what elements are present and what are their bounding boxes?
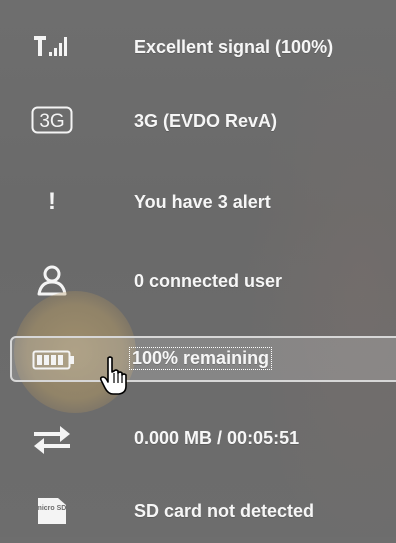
user-icon [30, 262, 74, 298]
status-row-network[interactable]: 3G 3G (EVDO RevA) [0, 92, 396, 152]
status-row-battery[interactable]: 100% remaining [10, 336, 396, 382]
signal-bars-icon [30, 28, 74, 64]
status-panel: Excellent signal (100%) 3G 3G (EVDO RevA… [0, 0, 396, 537]
users-label: 0 connected user [134, 271, 283, 291]
status-row-sd-card[interactable]: micro SD SD card not detected [0, 483, 396, 543]
exclamation-icon: ! [48, 188, 56, 215]
microsd-icon: micro SD [30, 493, 74, 529]
microsd-icon-text: micro SD [36, 505, 67, 512]
3g-icon: 3G [30, 102, 74, 138]
battery-label: 100% remaining [128, 347, 273, 370]
data-usage-label: 0.000 MB / 00:05:51 [134, 428, 300, 448]
network-label: 3G (EVDO RevA) [134, 111, 278, 131]
transfer-arrows-icon [30, 420, 74, 456]
status-row-users[interactable]: 0 connected user [0, 252, 396, 312]
hand-pointer-cursor [99, 356, 127, 395]
status-row-alerts[interactable]: ! You have 3 alert [0, 172, 396, 232]
status-row-signal[interactable]: Excellent signal (100%) [0, 16, 396, 76]
status-row-data-usage[interactable]: 0.000 MB / 00:05:51 [0, 410, 396, 470]
alerts-label: You have 3 alert [134, 192, 271, 212]
battery-icon [32, 342, 76, 378]
3g-icon-text: 3G [39, 111, 64, 132]
signal-label: Excellent signal (100%) [134, 37, 334, 57]
sd-card-label: SD card not detected [134, 501, 315, 521]
